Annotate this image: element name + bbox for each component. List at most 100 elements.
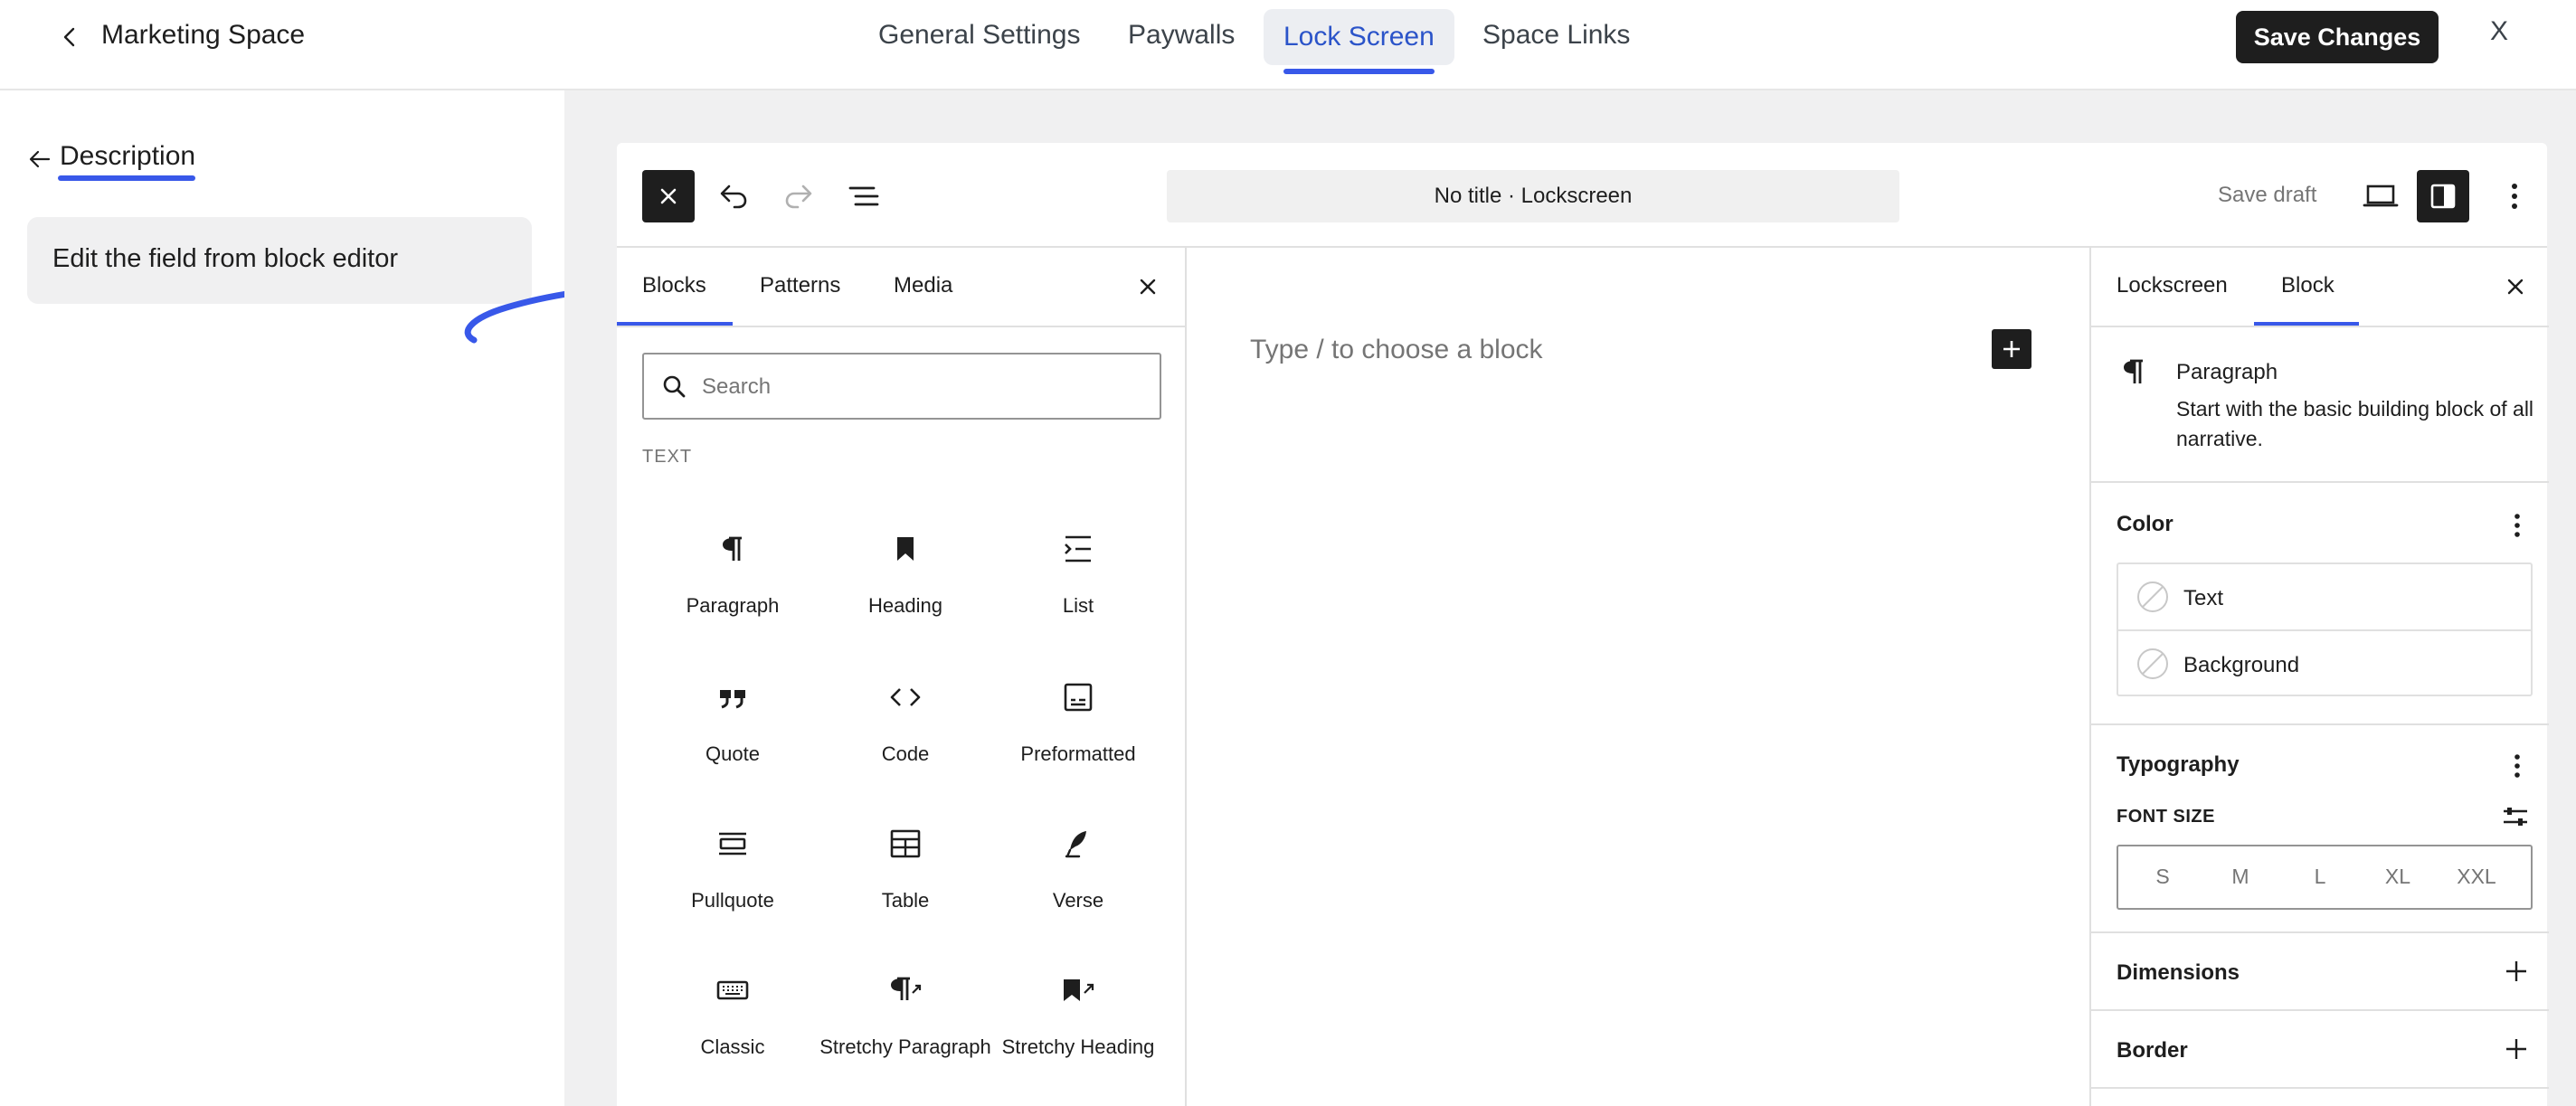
block-stretchy-paragraph[interactable]: Stretchy Paragraph xyxy=(819,973,991,1106)
settings-sidebar: Lockscreen Block Paragraph Start with th… xyxy=(2089,248,2549,1106)
block-stretchy-heading[interactable]: Stretchy Heading xyxy=(992,973,1164,1106)
tab-blocks[interactable]: Blocks xyxy=(642,273,706,298)
tab-lock-screen-label: Lock Screen xyxy=(1283,22,1435,52)
undo-icon[interactable] xyxy=(716,179,751,213)
block-description: Start with the basic building block of a… xyxy=(2176,397,2534,450)
typography-panel-title: Typography xyxy=(2117,752,2240,777)
color-background-item[interactable]: Background xyxy=(2118,629,2531,695)
block-heading[interactable]: Heading xyxy=(819,532,991,667)
block-label: Stretchy Paragraph xyxy=(819,1035,991,1058)
block-label: Heading xyxy=(868,594,942,617)
more-options-icon[interactable] xyxy=(2504,510,2531,541)
block-code[interactable]: Code xyxy=(819,680,991,816)
preformatted-icon xyxy=(1061,680,1095,714)
block-editor: No title · Lockscreen Save draft Blocks … xyxy=(617,143,2549,1106)
block-label: Preformatted xyxy=(1020,742,1136,765)
document-title-bar[interactable]: No title · Lockscreen xyxy=(1167,170,1899,222)
tab-paywalls[interactable]: Paywalls xyxy=(1128,20,1235,51)
classic-icon xyxy=(715,973,750,1007)
description-title[interactable]: Description xyxy=(60,141,195,172)
block-label: Verse xyxy=(1052,889,1104,912)
arrow-left-icon[interactable] xyxy=(27,147,52,172)
pullquote-icon xyxy=(715,827,750,861)
category-label: TEXT xyxy=(642,447,693,467)
stretchy-heading-icon xyxy=(1061,973,1095,1007)
block-table[interactable]: Table xyxy=(819,827,991,962)
sidebar-icon xyxy=(2430,184,2456,209)
font-size-settings-icon[interactable] xyxy=(2500,801,2531,832)
font-size-l[interactable]: L xyxy=(2279,865,2361,889)
tab-space-links[interactable]: Space Links xyxy=(1482,20,1630,51)
block-label: Stretchy Heading xyxy=(1001,1035,1155,1058)
font-size-picker: S M L XL XXL xyxy=(2117,845,2533,910)
color-text-item[interactable]: Text xyxy=(2118,564,2531,629)
desktop-view-icon[interactable] xyxy=(2361,175,2401,215)
verse-icon xyxy=(1061,827,1095,861)
dimensions-panel-title: Dimensions xyxy=(2117,960,2240,985)
block-paragraph[interactable]: Paragraph xyxy=(647,532,819,667)
quote-icon xyxy=(715,680,750,714)
tab-patterns[interactable]: Patterns xyxy=(760,273,840,298)
block-classic[interactable]: Classic xyxy=(647,973,819,1106)
font-size-s[interactable]: S xyxy=(2122,865,2203,889)
block-preformatted[interactable]: Preformatted xyxy=(992,680,1164,816)
close-icon[interactable] xyxy=(1134,273,1161,300)
tab-media[interactable]: Media xyxy=(894,273,952,298)
block-quote[interactable]: Quote xyxy=(647,680,819,816)
code-icon xyxy=(888,680,923,714)
block-placeholder[interactable]: Type / to choose a block xyxy=(1250,335,1543,365)
block-pullquote[interactable]: Pullquote xyxy=(647,827,819,962)
editor-canvas[interactable]: Type / to choose a block xyxy=(1187,248,2089,1106)
paragraph-icon xyxy=(715,532,750,566)
redo-icon[interactable] xyxy=(781,179,816,213)
save-draft-button[interactable]: Save draft xyxy=(2218,183,2316,208)
search-input[interactable] xyxy=(702,365,1136,409)
block-label: Code xyxy=(881,742,930,765)
block-label: List xyxy=(1062,594,1094,617)
plus-icon[interactable] xyxy=(2502,1035,2531,1063)
block-label: Paragraph xyxy=(686,594,780,617)
block-search-field[interactable] xyxy=(642,353,1161,420)
font-size-label: FONT SIZE xyxy=(2117,807,2215,827)
dimensions-panel[interactable]: Dimensions xyxy=(2091,933,2549,1011)
color-background-label: Background xyxy=(2183,653,2300,677)
active-tab-underline xyxy=(1283,69,1435,74)
border-panel-title: Border xyxy=(2117,1038,2188,1063)
tab-lockscreen[interactable]: Lockscreen xyxy=(2117,273,2228,298)
tab-block[interactable]: Block xyxy=(2281,273,2334,298)
plus-icon[interactable] xyxy=(2502,957,2531,986)
sidebar-tabs: Lockscreen Block xyxy=(2091,248,2549,327)
settings-sidebar-toggle[interactable] xyxy=(2417,170,2469,222)
color-panel-title: Color xyxy=(2117,512,2174,536)
left-panel: Description Edit the field from block ed… xyxy=(0,90,633,1106)
description-underline xyxy=(58,175,195,181)
font-size-xl[interactable]: XL xyxy=(2357,865,2439,889)
no-color-swatch-icon xyxy=(2137,648,2168,679)
back-chevron-icon[interactable] xyxy=(56,24,83,51)
block-label: Quote xyxy=(706,742,760,765)
space-title: Marketing Space xyxy=(101,20,306,50)
font-size-m[interactable]: M xyxy=(2200,865,2281,889)
font-size-xxl[interactable]: XXL xyxy=(2436,865,2517,889)
blocks-tab-underline xyxy=(617,322,733,326)
heading-icon xyxy=(888,532,923,566)
save-changes-button[interactable]: Save Changes xyxy=(2236,11,2439,63)
tab-lock-screen[interactable]: Lock Screen xyxy=(1264,9,1454,74)
more-options-icon[interactable] xyxy=(2498,179,2531,213)
plus-icon xyxy=(2003,341,2020,357)
color-text-label: Text xyxy=(2183,586,2224,610)
no-color-swatch-icon xyxy=(2137,581,2168,612)
color-panel: Color Text Background xyxy=(2091,483,2549,725)
close-button[interactable]: X xyxy=(2490,16,2508,47)
block-verse[interactable]: Verse xyxy=(992,827,1164,962)
block-list[interactable]: List xyxy=(992,532,1164,667)
document-overview-icon[interactable] xyxy=(847,179,881,213)
add-block-button[interactable] xyxy=(1992,329,2031,369)
more-options-icon[interactable] xyxy=(2504,751,2531,781)
close-inserter-button[interactable] xyxy=(642,170,695,222)
close-icon[interactable] xyxy=(2502,273,2529,300)
tab-general-settings[interactable]: General Settings xyxy=(878,20,1080,51)
block-label: Table xyxy=(881,889,930,912)
border-panel[interactable]: Border xyxy=(2091,1011,2549,1089)
paragraph-icon xyxy=(2117,354,2151,389)
